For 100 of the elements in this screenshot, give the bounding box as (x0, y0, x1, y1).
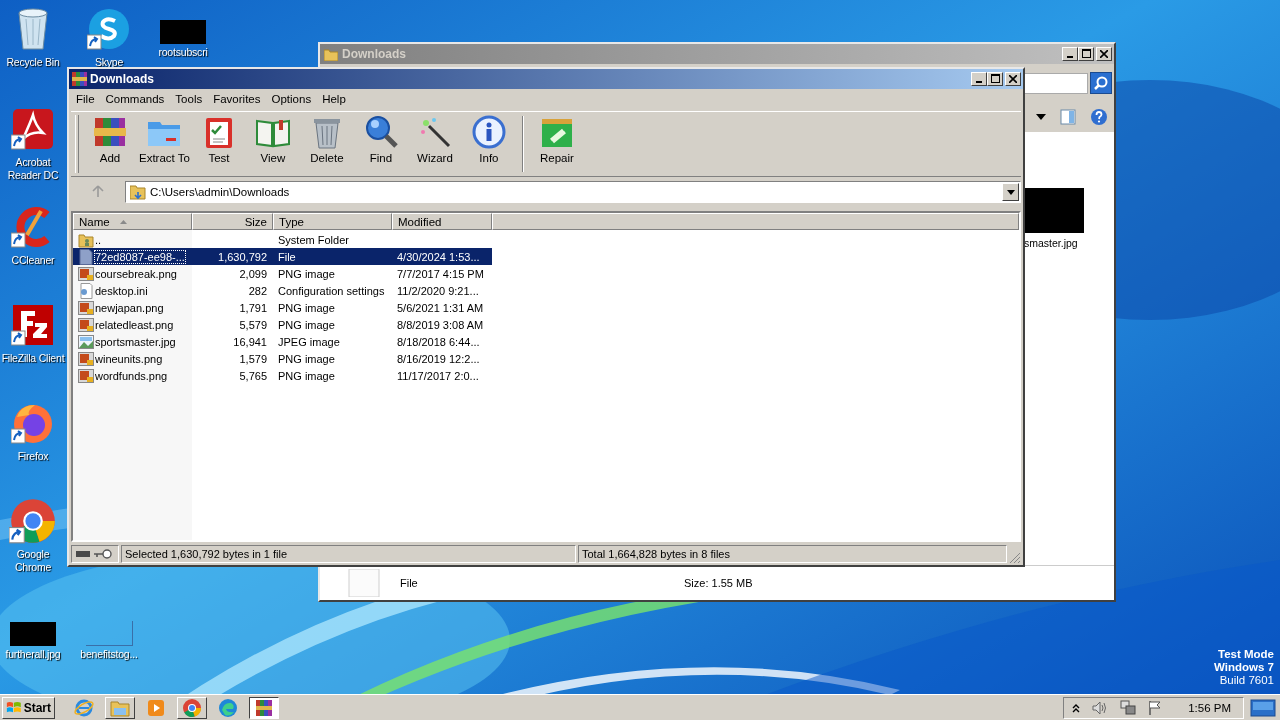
toolbar-button[interactable]: Info (461, 112, 516, 176)
file-row[interactable]: desktop.ini 282 Configuration settings 11/2/2020 9:21... (73, 282, 492, 299)
menu-item[interactable]: Tools (170, 93, 209, 105)
image-thumbnail[interactable] (85, 621, 133, 646)
file-size: 1,630,792 (218, 250, 267, 263)
modified-date: 8/8/2019 3:08 AM (397, 318, 484, 331)
file-row[interactable]: sportsmaster.jpg 16,941 JPEG image 8/18/2018 6:44... (73, 333, 492, 350)
image-file-icon (78, 350, 94, 367)
start-button[interactable]: Start (2, 696, 55, 719)
file-name: .. (95, 233, 102, 246)
search-field[interactable] (1024, 72, 1088, 94)
archive-app-icon (254, 697, 274, 718)
window-title: Downloads (90, 72, 154, 86)
clock[interactable]: 1:56 PM (1188, 701, 1231, 714)
desktop-icon-label[interactable]: CCleaner (11, 254, 55, 267)
minimize-button[interactable] (971, 72, 987, 86)
desktop-icon-label[interactable]: Skype (94, 56, 124, 69)
file-row[interactable]: .. System Folder (73, 231, 492, 248)
dropdown-icon[interactable] (1036, 114, 1046, 120)
file-type: JPEG image (278, 335, 340, 348)
toolbar-button[interactable]: Delete (299, 112, 354, 176)
show-desktop-icon[interactable] (1250, 697, 1276, 718)
file-name: coursebreak.png (95, 267, 177, 280)
chrome-icon[interactable] (9, 497, 57, 545)
close-icon (1100, 50, 1108, 58)
skype-icon[interactable] (87, 7, 131, 51)
folder-icon (324, 47, 338, 61)
file-size: 5,765 (239, 369, 267, 382)
file-size: 282 (248, 284, 267, 297)
minimize-button[interactable] (1062, 47, 1078, 61)
file-row[interactable]: wordfunds.png 5,765 PNG image 11/17/2017 2:0... (73, 367, 492, 384)
file-name: desktop.ini (95, 284, 148, 297)
maximize-button[interactable] (987, 72, 1003, 86)
menu-item[interactable]: Favorites (208, 93, 267, 105)
menu-item[interactable]: Options (266, 93, 318, 105)
search-button[interactable] (1090, 72, 1112, 94)
file-row[interactable]: 72ed8087-ee98-... 1,630,792 File 4/30/2024 1:53... (73, 248, 492, 265)
image-file-icon (78, 299, 94, 316)
file-name[interactable]: smaster.jpg (1024, 237, 1078, 249)
edge-icon (218, 697, 238, 718)
file-size: 16,941 (233, 335, 267, 348)
up-arrow-icon (91, 183, 105, 198)
speaker-icon[interactable] (1092, 700, 1109, 715)
file-type: File (400, 577, 419, 589)
file-row[interactable]: coursebreak.png 2,099 PNG image 7/7/2017 4:15 PM (73, 265, 492, 282)
toolbar-button[interactable]: Add (83, 112, 137, 176)
file-size: 5,579 (239, 318, 267, 331)
file-row[interactable]: relatedleast.png 5,579 PNG image 8/8/2019 3:08 AM (73, 316, 492, 333)
browser-e-icon (74, 697, 94, 718)
window-title: Downloads (342, 47, 406, 61)
file-row[interactable]: wineunits.png 1,579 PNG image 8/16/2019 12:2... (73, 350, 492, 367)
modified-date: 11/17/2017 2:0... (397, 369, 479, 382)
column-header[interactable]: Name (73, 213, 192, 230)
file-row[interactable]: newjapan.png 1,791 PNG image 5/6/2021 1:31 AM (73, 299, 492, 316)
close-button[interactable] (1096, 47, 1112, 61)
file-type: Configuration settings (278, 284, 385, 297)
file-size: Size: 1.55 MB (684, 577, 753, 589)
pdf-reader-icon[interactable] (11, 107, 55, 151)
desktop-icon-label[interactable]: Recycle Bin (6, 56, 60, 69)
file-type: System Folder (278, 233, 349, 246)
toolbar-button[interactable]: Extract To (137, 112, 192, 176)
column-header[interactable]: Modified (392, 213, 492, 230)
menu-item[interactable]: Help (317, 93, 352, 105)
dropdown-icon (1006, 189, 1015, 195)
path-field[interactable]: C:\Users\admin\Downloads (125, 181, 1021, 203)
menu-item[interactable]: File (71, 93, 101, 105)
flag-icon[interactable] (1148, 699, 1163, 716)
image-thumbnail[interactable] (160, 20, 206, 44)
maximize-button[interactable] (1078, 47, 1094, 61)
toolbar-button[interactable]: Repair (529, 112, 584, 176)
resize-grip-icon[interactable] (1009, 552, 1021, 564)
taskbar-app-button[interactable] (249, 696, 279, 719)
toolbar-button[interactable]: Find (353, 112, 408, 176)
desktop-icon-label[interactable]: Acrobat Reader DC (1, 156, 65, 182)
file-type: PNG image (278, 352, 335, 365)
file-name: 72ed8087-ee98-... (95, 250, 185, 263)
column-header[interactable]: Size (192, 213, 273, 230)
network-icon[interactable] (1120, 699, 1137, 716)
close-button[interactable] (1005, 72, 1021, 86)
chevron-up-icon[interactable] (1072, 702, 1081, 713)
menu-item[interactable]: Commands (100, 93, 171, 105)
file-type: PNG image (278, 318, 335, 331)
modified-date: 4/30/2024 1:53... (397, 250, 480, 263)
desktop-icon-label[interactable]: Firefox (17, 450, 49, 463)
desktop-icon-label[interactable]: FileZilla Client (1, 352, 65, 365)
help-icon[interactable] (1090, 108, 1108, 126)
file-size: 2,099 (239, 267, 267, 280)
toolbar-button[interactable]: Test (191, 112, 246, 176)
file-name: wineunits.png (95, 352, 163, 365)
toolbar-button[interactable]: View (245, 112, 300, 176)
image-thumbnail[interactable] (1024, 188, 1084, 233)
image-file-icon (78, 367, 94, 384)
column-header[interactable]: Type (273, 213, 392, 230)
modified-date: 5/6/2021 1:31 AM (397, 301, 484, 314)
image-thumbnail[interactable] (10, 622, 56, 646)
file-name: relatedleast.png (95, 318, 174, 331)
ftp-client-icon[interactable] (11, 303, 55, 347)
desktop-icon-label[interactable]: rootsubscri (158, 46, 208, 59)
dropdown-button[interactable] (1002, 183, 1019, 201)
toolbar-button[interactable]: Wizard (407, 112, 462, 176)
